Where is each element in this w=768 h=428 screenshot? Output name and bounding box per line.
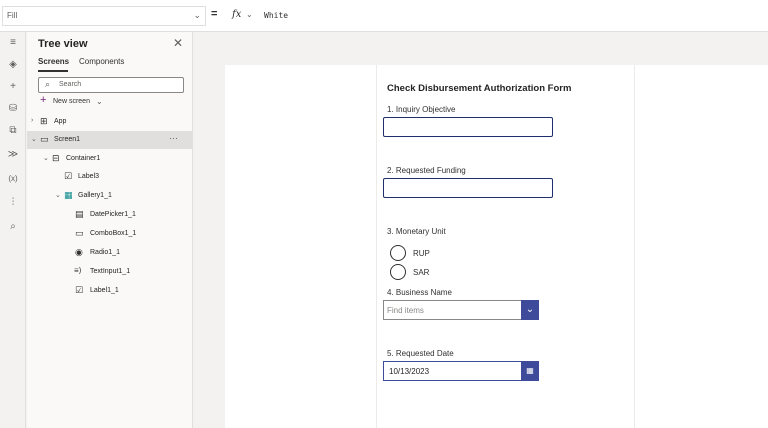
radio-option-label: RUP	[413, 249, 430, 258]
tree-node-label: Radio1_1	[90, 249, 120, 256]
tree-node-label1-1[interactable]: ☑ Label1_1	[27, 282, 193, 300]
chevron-down-icon[interactable]: ⌄	[31, 135, 37, 143]
requested-date-label: 5. Requested Date	[387, 349, 454, 358]
radio-option-label: SAR	[413, 268, 430, 277]
radio-option-sar[interactable]: SAR	[390, 264, 470, 280]
tree-node-gallery1-1[interactable]: ⌄ ▦ Gallery1_1	[27, 187, 193, 205]
property-dropdown[interactable]: Fill ⌄	[2, 6, 206, 26]
tree-node-radio1-1[interactable]: ◉ Radio1_1	[27, 244, 193, 262]
chevron-down-icon: ⌄	[193, 10, 201, 20]
settings-icon[interactable]: ⫶	[0, 192, 26, 214]
requested-date-picker[interactable]: 10/13/2023 ▦	[383, 361, 539, 381]
formula-input[interactable]: White	[260, 6, 766, 26]
date-value: 10/13/2023	[389, 367, 430, 376]
tree-node-label3[interactable]: ☑ Label3	[27, 168, 193, 186]
calendar-icon: ▤	[75, 209, 84, 219]
formula-bar: Fill ⌄ = fx ⌄ White	[0, 0, 768, 32]
combobox-icon: ▭	[75, 228, 84, 238]
chevron-down-icon: ⌄	[246, 10, 253, 19]
gallery-icon: ▦	[64, 190, 73, 200]
tree-node-label: DatePicker1_1	[90, 211, 136, 218]
tree-node-screen1[interactable]: ⌄ ▭ Screen1 ···	[27, 131, 193, 149]
chevron-down-icon: ⌄	[96, 97, 103, 106]
radio-icon: ◉	[75, 247, 83, 257]
business-name-label: 4. Business Name	[387, 288, 452, 297]
app-icon: ⊞	[40, 116, 48, 126]
tree-node-label: ComboBox1_1	[90, 230, 137, 237]
chevron-down-icon[interactable]: ⌄	[55, 191, 61, 199]
plus-icon: +	[40, 94, 47, 106]
tree-node-combobox1-1[interactable]: ▭ ComboBox1_1	[27, 225, 193, 243]
tree-node-label: App	[54, 118, 67, 125]
tree-view-panel: Tree view ✕ Screens Components ⌕ Search …	[27, 32, 193, 428]
container1[interactable]: Check Disbursement Authorization Form 1.…	[376, 65, 635, 428]
requested-funding-label: 2. Requested Funding	[387, 166, 466, 175]
tree-node-label: Container1	[66, 155, 101, 162]
monetary-unit-label: 3. Monetary Unit	[387, 227, 446, 236]
chevron-right-icon[interactable]: ›	[31, 117, 33, 124]
screen1-canvas[interactable]: Check Disbursement Authorization Form 1.…	[225, 65, 768, 428]
tree-node-app[interactable]: › ⊞ App	[27, 113, 193, 131]
container-icon: ⊟	[52, 153, 60, 163]
property-value: Fill	[7, 11, 18, 20]
left-rail: ≡ ◈ + ⛁ ⧉ ≫ (x) ⫶ ⌕	[0, 32, 26, 428]
insert-icon[interactable]: +	[0, 76, 26, 98]
layers-icon[interactable]: ◈	[0, 54, 26, 76]
tree-node-container1[interactable]: ⌄ ⊟ Container1	[27, 150, 193, 168]
tab-components[interactable]: Components	[79, 57, 124, 66]
form-title: Check Disbursement Authorization Form	[387, 83, 572, 94]
hamburger-icon[interactable]: ≡	[0, 32, 26, 54]
text-input-icon: ≡⟩	[74, 266, 82, 275]
equals-sign: =	[211, 8, 218, 20]
new-screen-label: New screen	[53, 98, 90, 105]
label-icon: ☑	[64, 171, 73, 181]
close-icon[interactable]: ✕	[173, 36, 183, 50]
combobox-placeholder: Find items	[387, 306, 424, 315]
tree-node-label: Gallery1_1	[78, 192, 112, 199]
tree-node-label: Label3	[78, 173, 100, 180]
more-options-icon[interactable]: ···	[169, 133, 178, 143]
calendar-icon[interactable]: ▦	[521, 361, 539, 381]
tab-screens[interactable]: Screens	[38, 57, 69, 66]
tree-search-input[interactable]: ⌕ Search	[38, 77, 184, 93]
radio-option-rup[interactable]: RUP	[390, 245, 470, 261]
tree-node-textinput1-1[interactable]: ≡⟩ TextInput1_1	[27, 263, 193, 281]
tree-node-label: TextInput1_1	[90, 268, 131, 275]
active-tab-indicator	[38, 70, 68, 72]
data-icon[interactable]: ⛁	[0, 98, 26, 120]
variables-icon[interactable]: (x)	[0, 168, 26, 190]
radio-circle	[390, 245, 406, 261]
business-name-combobox[interactable]: Find items ⌄	[383, 300, 539, 320]
formula-text: White	[264, 11, 289, 20]
tree-view-title: Tree view	[38, 38, 88, 50]
media-icon[interactable]: ⧉	[0, 120, 26, 142]
chevron-down-icon[interactable]: ⌄	[521, 300, 539, 320]
power-automate-icon[interactable]: ≫	[0, 144, 26, 166]
search-placeholder: Search	[59, 81, 82, 88]
tree-node-label: Screen1	[54, 136, 81, 143]
radio-circle	[390, 264, 406, 280]
search-icon[interactable]: ⌕	[0, 216, 26, 238]
function-icon: fx	[232, 9, 242, 20]
screen-icon: ▭	[40, 134, 49, 144]
inquiry-objective-input[interactable]	[383, 117, 553, 137]
tree-node-label: Label1_1	[90, 287, 119, 294]
fx-button[interactable]: fx ⌄	[229, 6, 257, 26]
canvas-area: Check Disbursement Authorization Form 1.…	[194, 32, 768, 428]
search-icon: ⌕	[45, 79, 51, 89]
requested-funding-input[interactable]	[383, 178, 553, 198]
tree-node-datepicker1-1[interactable]: ▤ DatePicker1_1	[27, 206, 193, 224]
inquiry-objective-label: 1. Inquiry Objective	[387, 105, 456, 114]
chevron-down-icon[interactable]: ⌄	[43, 154, 49, 162]
label-icon: ☑	[75, 285, 84, 295]
